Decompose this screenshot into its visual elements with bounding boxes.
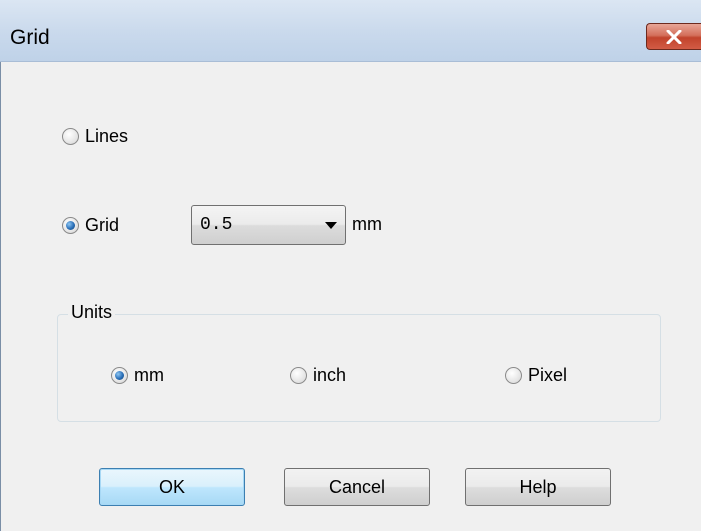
radio-lines-circle[interactable] <box>62 127 79 145</box>
ok-button[interactable]: OK <box>99 468 245 506</box>
close-button[interactable] <box>646 23 701 50</box>
radio-grid-circle[interactable] <box>62 216 79 234</box>
grid-dialog: Grid Lines Grid 0.5 mm Units mm inch Pix… <box>0 0 701 531</box>
radio-lines-label: Lines <box>85 125 129 146</box>
help-button[interactable]: Help <box>465 468 611 506</box>
grid-size-value: 0.5 <box>200 215 233 235</box>
radio-unit-pixel[interactable]: Pixel <box>505 363 567 387</box>
radio-grid[interactable]: Grid <box>62 213 119 237</box>
grid-size-unit: mm <box>352 214 382 234</box>
radio-unit-inch[interactable]: inch <box>290 363 346 387</box>
cancel-button[interactable]: Cancel <box>284 468 430 506</box>
radio-unit-pixel-circle[interactable] <box>505 366 522 384</box>
dialog-title: Grid <box>10 26 50 49</box>
radio-unit-inch-label: inch <box>313 364 347 385</box>
radio-unit-inch-circle[interactable] <box>290 366 307 384</box>
radio-lines[interactable]: Lines <box>62 124 128 148</box>
title-bar[interactable]: Grid <box>0 0 701 62</box>
radio-unit-mm-circle[interactable] <box>111 366 128 384</box>
radio-unit-mm[interactable]: mm <box>111 363 164 387</box>
radio-unit-mm-label: mm <box>134 364 164 385</box>
chevron-down-icon[interactable] <box>325 222 337 229</box>
dialog-body: Lines Grid 0.5 mm Units mm inch Pixel OK… <box>0 62 701 531</box>
radio-grid-label: Grid <box>85 214 120 235</box>
close-x-icon <box>666 29 682 44</box>
units-group-label: Units <box>68 302 116 323</box>
radio-unit-pixel-label: Pixel <box>528 364 568 385</box>
grid-size-dropdown[interactable]: 0.5 <box>191 205 346 245</box>
